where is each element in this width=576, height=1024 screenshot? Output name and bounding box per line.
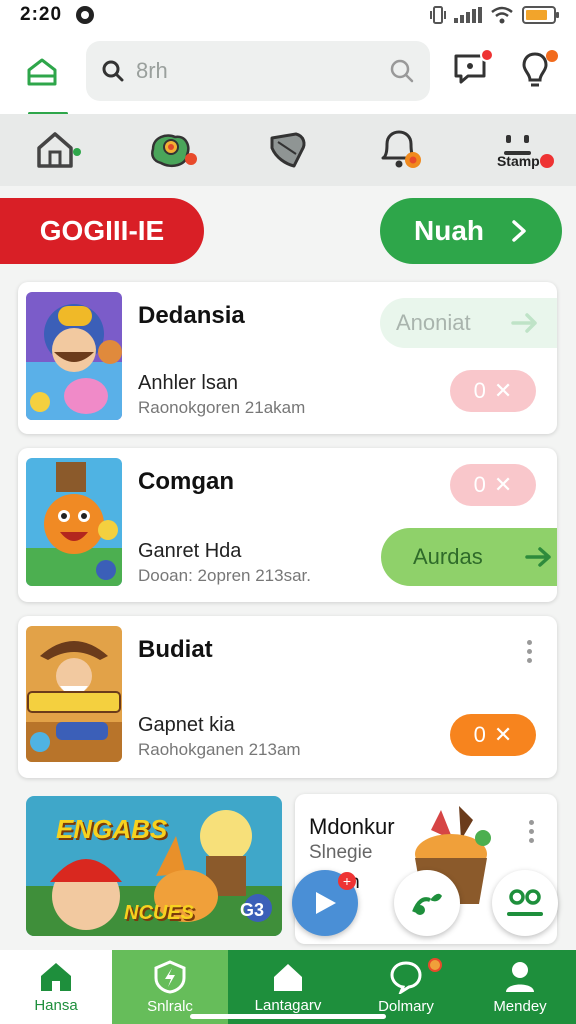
tips-badge — [546, 50, 558, 62]
game-thumbnail — [26, 626, 122, 762]
close-icon: ✕ — [493, 722, 513, 747]
home-indicator — [190, 1014, 386, 1019]
search-bar[interactable]: 8rh — [86, 41, 430, 101]
category-home[interactable] — [28, 122, 88, 178]
category-shell[interactable] — [258, 122, 318, 178]
friends-fab[interactable] — [492, 870, 558, 936]
home-icon — [36, 132, 81, 168]
battery-icon — [522, 6, 559, 24]
sprout-icon — [412, 893, 442, 915]
flower-icon — [150, 134, 197, 167]
game-action-button[interactable]: Aurdas — [381, 528, 557, 586]
category-bar: Stamp — [0, 114, 576, 186]
game-thumbnail — [26, 292, 122, 420]
nav-home[interactable]: Hansa — [0, 950, 112, 1024]
promo-right-button[interactable]: Nuah — [380, 198, 562, 264]
dismiss-count: 0 — [473, 472, 486, 497]
game-title: Dedansia — [138, 302, 245, 329]
game-title: Budiat — [138, 636, 213, 663]
nav-tab-2-label: Snlralc — [147, 997, 193, 1015]
play-fab[interactable]: + — [292, 870, 358, 936]
leaf-fab[interactable] — [394, 870, 460, 936]
lightning-shield-icon — [154, 959, 186, 994]
promo-left-button[interactable]: GOGIII-IE — [0, 198, 204, 264]
search-icon — [102, 60, 124, 82]
nav-profile-label: Mendey — [493, 997, 547, 1015]
dismiss-count: 0 — [473, 722, 486, 747]
game-meta: Raohokganen 213am — [138, 740, 301, 759]
search-submit-icon[interactable] — [390, 59, 414, 83]
more-options-icon[interactable] — [525, 640, 533, 663]
nav-tab-2[interactable]: Snlralc — [112, 950, 228, 1024]
notification-dot-icon — [76, 6, 95, 24]
arrow-right-icon — [524, 547, 551, 567]
arrow-right-icon — [510, 313, 537, 333]
status-time: 2:20 — [20, 4, 63, 25]
messages-badge — [480, 48, 494, 62]
status-icons — [430, 6, 559, 24]
nav-home-label: Hansa — [34, 996, 78, 1014]
featured-game-tile[interactable]: ENGABS NCUES G3 — [26, 796, 282, 936]
home-icon — [27, 58, 57, 86]
game-title: Comgan — [138, 468, 234, 495]
video-play-icon — [316, 892, 336, 914]
search-input[interactable]: 8rh — [136, 58, 390, 84]
nav-tab-4[interactable]: Dolmary — [348, 950, 464, 1024]
friends-icon — [507, 889, 543, 916]
nav-tab-3-label: Lantagarv — [254, 996, 322, 1014]
chevron-right-icon — [512, 220, 526, 242]
promo-left-label: GOGIII-IE — [39, 215, 165, 246]
game-meta: Dooan: 2opren 213sar. — [138, 566, 311, 585]
category-bell[interactable] — [373, 122, 433, 178]
home-icon — [41, 962, 71, 991]
signal-icon — [454, 7, 482, 23]
dismiss-button[interactable]: 0 ✕ — [450, 464, 536, 506]
top-header: 8rh — [0, 30, 576, 115]
game-action-label: Aurdas — [413, 544, 483, 569]
game-subtitle: Ganret Hda — [138, 540, 242, 562]
chat-bubble-icon — [390, 960, 422, 994]
flower-badge-icon — [428, 958, 442, 972]
close-icon: ✕ — [493, 472, 513, 497]
tile-line2: Slnegie — [309, 842, 373, 863]
dismiss-count: 0 — [473, 378, 486, 403]
tips-button[interactable] — [520, 50, 560, 94]
shell-icon — [270, 132, 306, 168]
promo-right-label: Nuah — [414, 215, 484, 246]
game-action-button[interactable]: Anoniat — [380, 298, 557, 348]
nav-profile[interactable]: Mendey — [464, 950, 576, 1024]
close-icon: ✕ — [493, 378, 513, 403]
bell-icon — [381, 130, 422, 168]
messages-button[interactable] — [452, 48, 494, 90]
tile-banner-top: ENGABS — [56, 814, 168, 844]
vibrate-icon — [430, 6, 446, 24]
category-stamp[interactable]: Stamp — [488, 122, 555, 178]
person-icon — [506, 961, 534, 992]
nav-tab-3[interactable]: Lantagarv — [228, 950, 348, 1024]
play-fab-badge: + — [338, 872, 356, 890]
game-card[interactable]: Dedansia Anhler lsan Raonokgoren 21akam … — [18, 282, 557, 434]
bottom-navigation: Hansa Snlralc Lantagarv Dolmary Mendey — [0, 950, 576, 1024]
game-action-label: Anoniat — [396, 310, 471, 335]
stamp-badge — [540, 154, 555, 168]
game-meta: Raonokgoren 21akam — [138, 398, 306, 417]
home-button[interactable] — [20, 50, 64, 94]
dismiss-button[interactable]: 0 ✕ — [450, 714, 536, 756]
tile-title: Mdonkur — [309, 814, 395, 839]
status-bar: 2:20 — [0, 0, 576, 30]
game-card[interactable]: Budiat Gapnet kia Raohokganen 213am 0 ✕ — [18, 616, 557, 778]
tile-badge: G3 — [240, 900, 265, 920]
home-outline-icon — [274, 963, 302, 991]
category-stamp-label: Stamp — [496, 153, 540, 169]
tile-banner-bottom: NCUES — [124, 902, 195, 924]
game-card[interactable]: Comgan Ganret Hda Dooan: 2opren 213sar. … — [18, 448, 557, 602]
category-flower[interactable] — [143, 122, 203, 178]
game-subtitle: Anhler lsan — [138, 372, 239, 394]
dismiss-button[interactable]: 0 ✕ — [450, 370, 536, 412]
wifi-icon — [491, 6, 513, 24]
game-thumbnail — [26, 458, 122, 586]
nav-tab-4-label: Dolmary — [378, 997, 434, 1015]
more-options-icon[interactable] — [527, 820, 535, 843]
game-subtitle: Gapnet kia — [138, 714, 235, 736]
